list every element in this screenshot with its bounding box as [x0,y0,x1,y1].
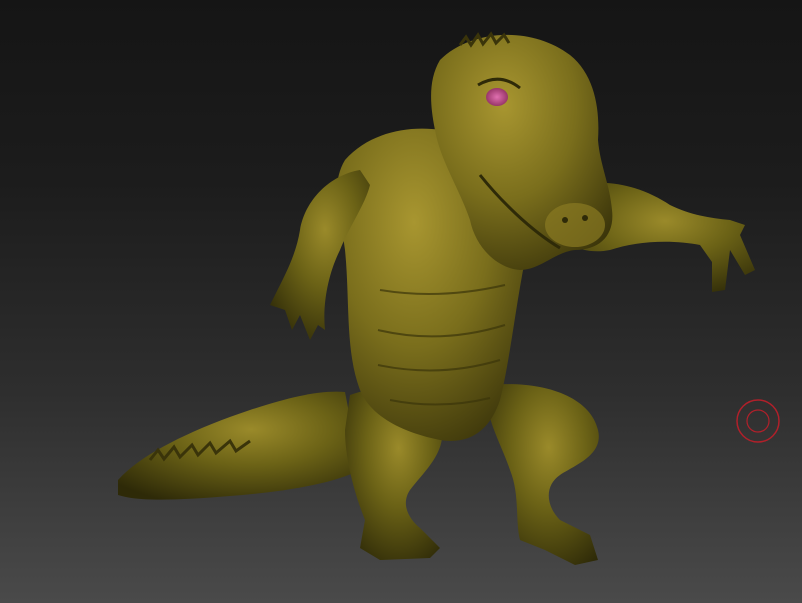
right-leg [487,384,599,565]
nostril-right [582,215,588,221]
crocodile-model[interactable] [0,0,802,603]
eye [486,88,508,106]
snout-tip [545,203,605,247]
brush-circle-icon [736,399,780,443]
nostril-left [562,217,568,223]
sculpt-viewport[interactable] [0,0,802,603]
tail [118,391,360,500]
